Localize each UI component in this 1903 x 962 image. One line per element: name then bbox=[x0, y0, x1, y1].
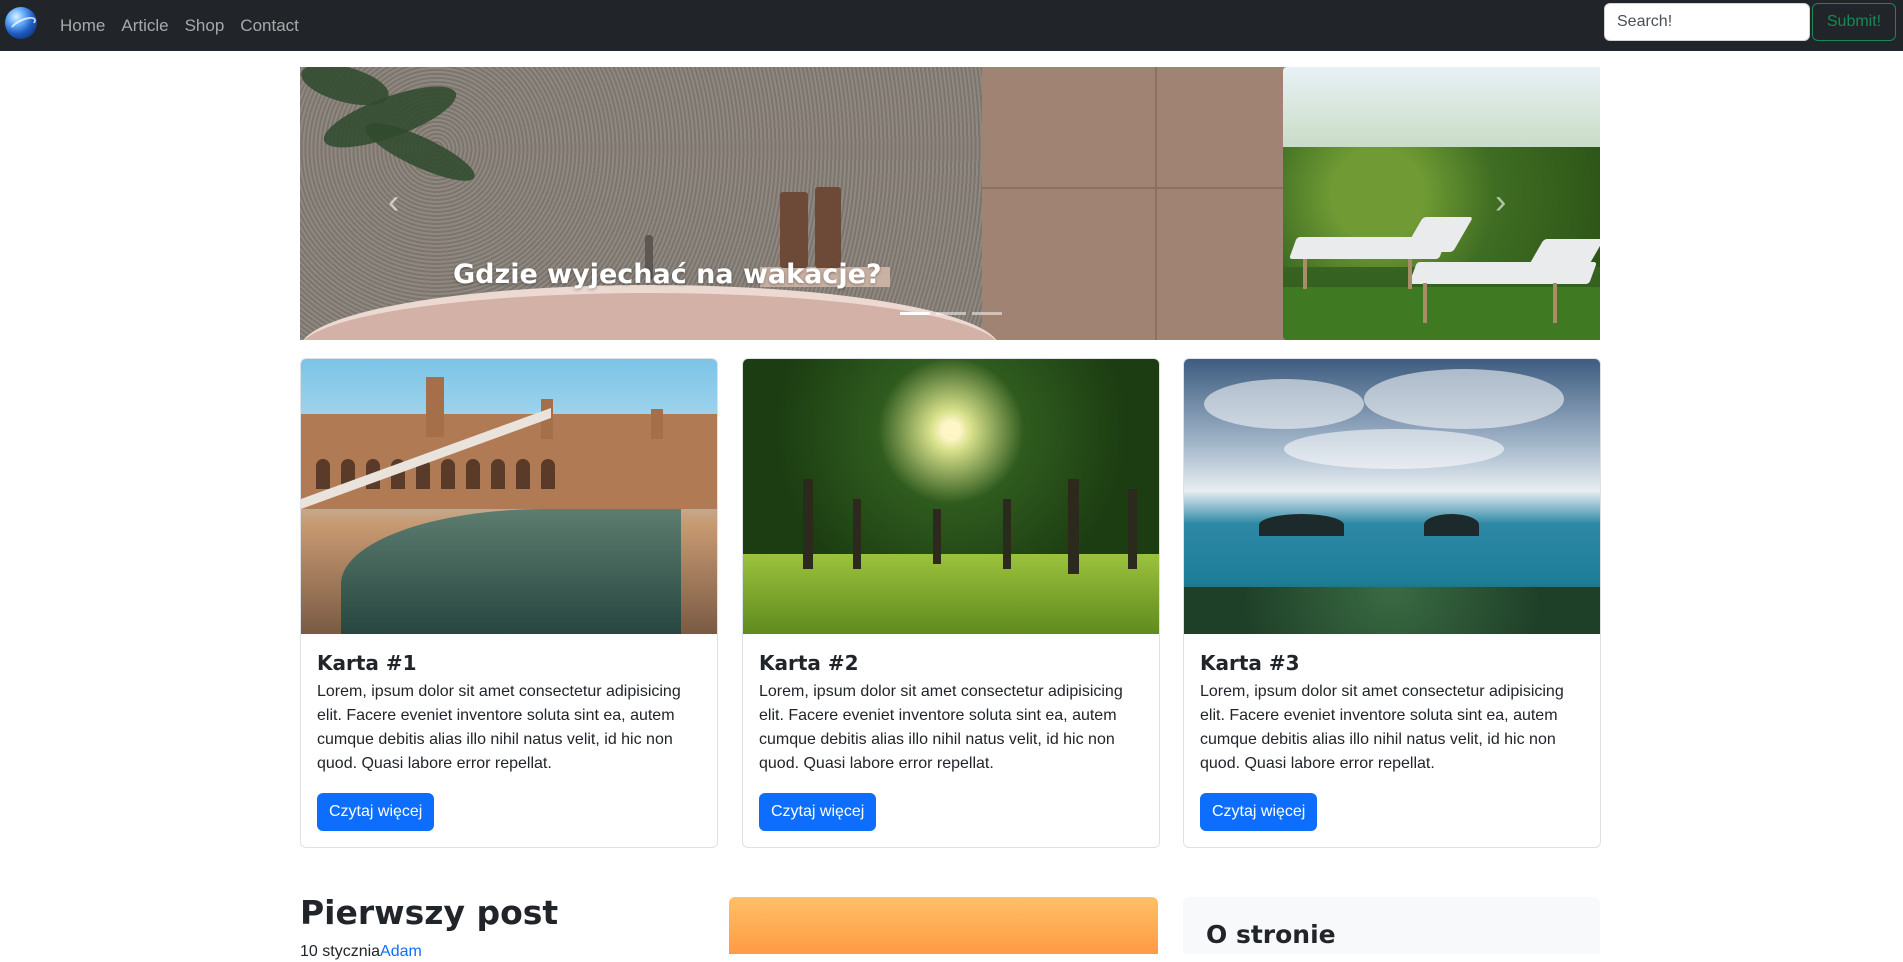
about-sidebar: O stronie bbox=[1183, 897, 1600, 954]
card-1: Karta #1 Lorem, ipsum dolor sit amet con… bbox=[300, 358, 718, 848]
card-image-islands bbox=[1184, 359, 1600, 634]
nav-link-shop[interactable]: Shop bbox=[177, 4, 233, 48]
carousel-indicator-3[interactable] bbox=[972, 312, 1002, 315]
nav-link-home[interactable]: Home bbox=[60, 4, 113, 48]
card-text: Lorem, ipsum dolor sit amet consectetur … bbox=[759, 683, 1123, 772]
nav-links: Home Article Shop Contact bbox=[60, 0, 307, 51]
carousel-indicators bbox=[900, 312, 1002, 315]
carousel-indicator-2[interactable] bbox=[936, 312, 966, 315]
submit-button[interactable]: Submit! bbox=[1812, 3, 1896, 41]
read-more-button[interactable]: Czytaj więcej bbox=[317, 793, 435, 831]
card-3: Karta #3 Lorem, ipsum dolor sit amet con… bbox=[1183, 358, 1601, 848]
post-title: Pierwszy post bbox=[300, 893, 559, 932]
globe-icon[interactable] bbox=[5, 7, 37, 39]
card-title: Karta #1 bbox=[317, 651, 417, 675]
chevron-left-icon[interactable]: ‹ bbox=[388, 185, 399, 219]
post-date: 10 stycznia bbox=[300, 943, 381, 960]
post-image bbox=[729, 897, 1158, 954]
card-image-forest bbox=[743, 359, 1159, 634]
post-meta: 10 styczniaAdam bbox=[300, 942, 422, 962]
post-author-link[interactable]: Adam bbox=[380, 943, 422, 960]
about-title: O stronie bbox=[1206, 920, 1336, 949]
carousel-slide-garden bbox=[1283, 67, 1600, 340]
card-title: Karta #2 bbox=[759, 651, 859, 675]
hero-carousel: Gdzie wyjechać na wakacje? ‹ › bbox=[300, 67, 1600, 340]
nav-link-contact[interactable]: Contact bbox=[232, 4, 307, 48]
card-2: Karta #2 Lorem, ipsum dolor sit amet con… bbox=[742, 358, 1160, 848]
read-more-button[interactable]: Czytaj więcej bbox=[1200, 793, 1318, 831]
card-text: Lorem, ipsum dolor sit amet consectetur … bbox=[317, 683, 681, 772]
search-input[interactable] bbox=[1604, 3, 1810, 41]
navbar: Home Article Shop Contact Submit! bbox=[0, 0, 1903, 51]
chevron-right-icon[interactable]: › bbox=[1495, 185, 1506, 219]
read-more-button[interactable]: Czytaj więcej bbox=[759, 793, 877, 831]
card-text: Lorem, ipsum dolor sit amet consectetur … bbox=[1200, 683, 1564, 772]
nav-link-article[interactable]: Article bbox=[113, 4, 176, 48]
card-image-seville bbox=[301, 359, 717, 634]
carousel-caption: Gdzie wyjechać na wakacje? bbox=[453, 259, 882, 290]
carousel-indicator-1[interactable] bbox=[900, 312, 930, 315]
card-title: Karta #3 bbox=[1200, 651, 1300, 675]
